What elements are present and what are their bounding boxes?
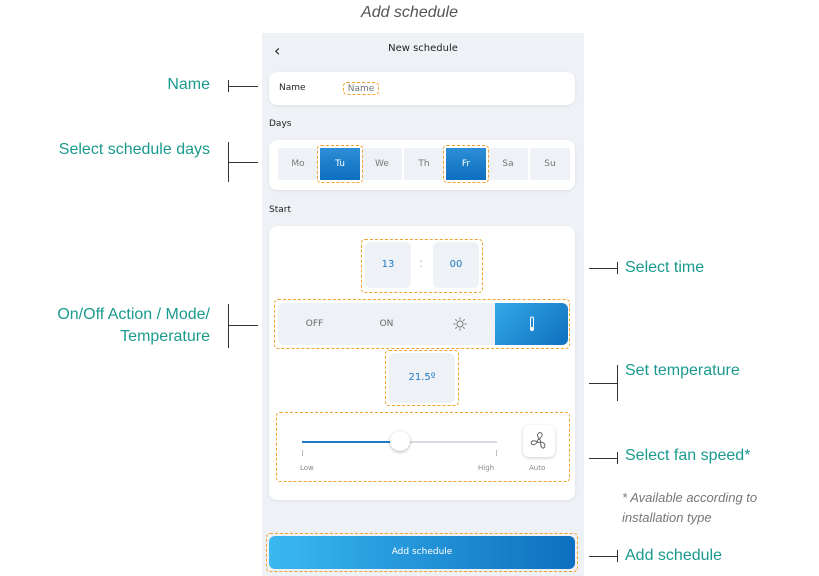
figure-caption: Add schedule — [361, 4, 458, 21]
annotation-action: On/Off Action / Mode/ Temperature — [57, 306, 210, 345]
name-card: Name — [269, 72, 575, 105]
add-schedule-button[interactable]: Add schedule — [269, 536, 575, 569]
mode-temperature[interactable] — [495, 303, 568, 345]
fan-slider-fill — [302, 441, 400, 443]
days-card: Mo Tu We Th Fr Sa Su — [269, 140, 575, 190]
start-card: 13 : 00 OFF ON 21.5º Low High Auto — [269, 226, 575, 500]
start-label: Start — [269, 205, 291, 215]
connector — [617, 365, 618, 401]
connector — [228, 304, 229, 348]
connector — [228, 162, 258, 163]
fan-high-label: High — [478, 464, 495, 472]
day-su[interactable]: Su — [530, 148, 570, 180]
day-th[interactable]: Th — [404, 148, 444, 180]
name-label: Name — [279, 83, 306, 93]
connector — [228, 325, 258, 326]
connector — [228, 142, 229, 182]
slider-tick-high — [496, 450, 497, 456]
day-mo[interactable]: Mo — [278, 148, 318, 180]
connector — [589, 458, 617, 459]
time-separator: : — [419, 256, 424, 270]
connector — [589, 383, 617, 384]
temperature-field[interactable]: 21.5º — [389, 353, 455, 403]
annotation-name: Name — [167, 76, 210, 93]
mode-off[interactable]: OFF — [278, 303, 351, 345]
thermometer-icon — [529, 316, 534, 331]
connector — [617, 452, 618, 464]
annotation-time: Select time — [625, 259, 705, 276]
phone-screen: ‹ New schedule Name Days Mo Tu We Th Fr … — [262, 33, 584, 576]
connector — [617, 262, 618, 274]
annotation-note: * Available according to installation ty… — [622, 490, 758, 525]
sun-icon — [453, 317, 466, 330]
day-we[interactable]: We — [362, 148, 402, 180]
slider-tick-low — [302, 450, 303, 456]
fan-slider-thumb[interactable] — [389, 431, 410, 451]
name-input[interactable] — [343, 82, 379, 95]
connector — [228, 80, 229, 92]
connector — [617, 550, 618, 562]
highlight-tu — [317, 145, 363, 183]
annotation-days: Select schedule days — [58, 141, 210, 158]
connector — [589, 556, 617, 557]
day-sa[interactable]: Sa — [488, 148, 528, 180]
mode-sun[interactable] — [423, 303, 496, 345]
annotation-fan: Select fan speed* — [625, 447, 751, 464]
highlight-fr — [443, 145, 489, 183]
mode-on[interactable]: ON — [350, 303, 423, 345]
minute-field[interactable]: 00 — [433, 242, 479, 288]
connector — [589, 268, 617, 269]
connector — [228, 86, 258, 87]
page-title: New schedule — [388, 43, 458, 54]
fan-auto-label: Auto — [529, 464, 546, 472]
fan-auto-button[interactable] — [523, 425, 555, 457]
hour-field[interactable]: 13 — [365, 242, 411, 288]
annotation-add: Add schedule — [625, 547, 722, 564]
fan-icon — [530, 432, 546, 449]
fan-low-label: Low — [300, 464, 314, 472]
days-label: Days — [269, 119, 292, 129]
annotation-temperature: Set temperature — [625, 362, 740, 379]
